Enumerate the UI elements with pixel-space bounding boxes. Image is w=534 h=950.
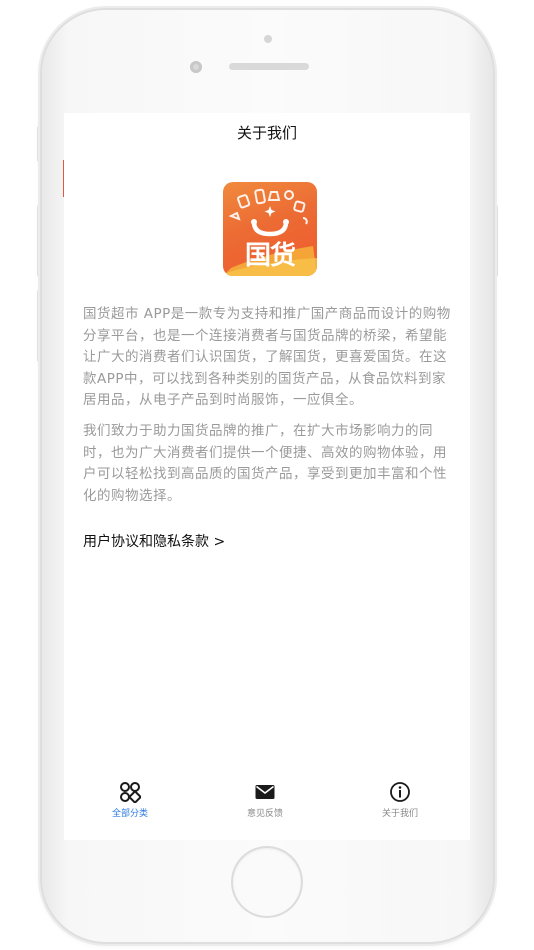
mission-paragraph: 我们致力于助力国货品牌的推广，在扩大市场影响力的同时，也为广大消费者们提供一个便… — [83, 423, 447, 504]
tab-label: 关于我们 — [381, 809, 418, 819]
page-title: 关于我们 — [236, 124, 297, 142]
tab-about-us[interactable]: 关于我们 — [345, 778, 455, 828]
grid-icon — [120, 782, 141, 803]
info-icon — [390, 782, 410, 802]
earpiece-speaker — [229, 63, 309, 70]
mail-icon — [255, 785, 275, 799]
logo-text: 国货 — [244, 241, 296, 271]
proximity-sensor — [264, 35, 272, 43]
tab-label: 全部分类 — [111, 809, 148, 819]
power-button — [493, 205, 498, 277]
tab-bar: 全部分类 意见反馈 关于我们 — [64, 778, 470, 828]
intro-paragraph: 国货超市 APP是一款专为支持和推广国产商品而设计的购物分享平台，也是一个连接消… — [83, 306, 451, 408]
tab-feedback[interactable]: 意见反馈 — [210, 778, 320, 828]
tab-label: 意见反馈 — [246, 809, 283, 819]
app-screen: 关于我们 国货 国货超市 APP是一款专为支持和推广国产商品而设计的购物分享平台… — [64, 113, 470, 840]
tab-all-categories[interactable]: 全部分类 — [75, 778, 185, 828]
app-logo: 国货 — [223, 182, 317, 276]
agreement-link[interactable]: 用户协议和隐私条款 > — [83, 531, 225, 551]
front-camera-icon — [190, 61, 202, 73]
home-button[interactable] — [233, 848, 301, 916]
